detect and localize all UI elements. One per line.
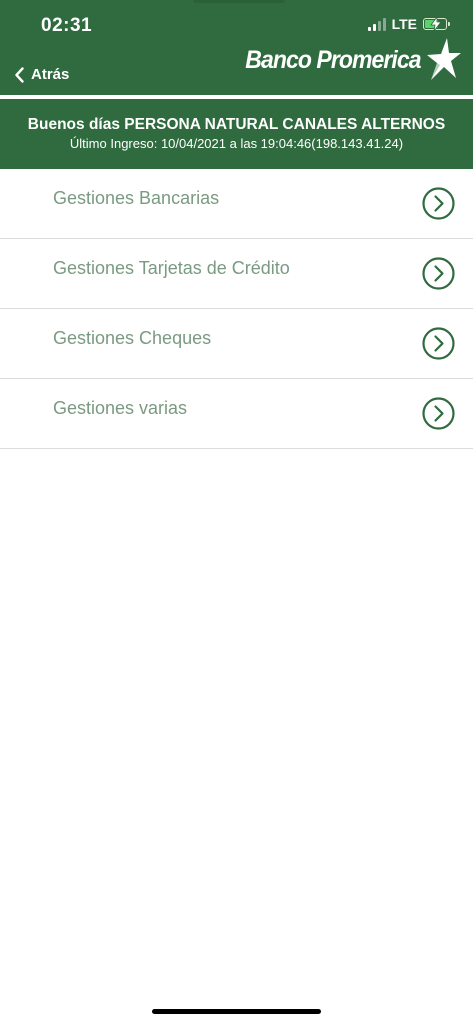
chevron-right-circle-icon	[422, 187, 455, 220]
chevron-left-icon	[15, 66, 24, 83]
brand-logo: Banco Promerica	[230, 38, 461, 82]
status-indicators: LTE	[367, 16, 450, 32]
star-icon	[427, 38, 461, 80]
network-type: LTE	[391, 16, 417, 32]
chevron-right-circle-icon	[422, 257, 455, 290]
menu-item-gestiones-varias[interactable]: Gestiones varias	[0, 379, 473, 449]
home-indicator[interactable]	[152, 1009, 321, 1014]
menu-item-label: Gestiones Cheques	[53, 328, 212, 348]
brand-name: Banco Promerica	[245, 45, 422, 74]
chevron-right-circle-icon	[422, 327, 455, 360]
menu-item-gestiones-bancarias[interactable]: Gestiones Bancarias	[0, 169, 473, 239]
back-label: Atrás	[31, 66, 70, 83]
menu-list: Gestiones Bancarias Gestiones Tarjetas d…	[0, 169, 473, 449]
menu-item-label: Gestiones Tarjetas de Crédito	[53, 258, 290, 278]
charging-bolt-icon	[430, 17, 442, 31]
notch	[193, 0, 285, 3]
status-time: 02:31	[41, 15, 93, 36]
back-button[interactable]: Atrás	[14, 66, 69, 83]
screen: 02:31 LTE Atrás Banco Promerica Buenos d…	[0, 0, 473, 1024]
menu-item-gestiones-cheques[interactable]: Gestiones Cheques	[0, 309, 473, 379]
greeting-title: Buenos días PERSONA NATURAL CANALES ALTE…	[27, 116, 446, 133]
battery-charging-icon	[423, 17, 450, 31]
cellular-signal-icon	[367, 17, 386, 31]
menu-item-gestiones-tarjetas[interactable]: Gestiones Tarjetas de Crédito	[0, 239, 473, 309]
greeting-banner: Buenos días PERSONA NATURAL CANALES ALTE…	[0, 99, 473, 169]
chevron-right-circle-icon	[422, 397, 455, 430]
menu-item-label: Gestiones varias	[53, 398, 188, 418]
last-login-text: Último Ingreso: 10/04/2021 a las 19:04:4…	[69, 136, 404, 151]
header-bar: 02:31 LTE Atrás Banco Promerica	[0, 0, 473, 95]
menu-item-label: Gestiones Bancarias	[53, 188, 220, 208]
